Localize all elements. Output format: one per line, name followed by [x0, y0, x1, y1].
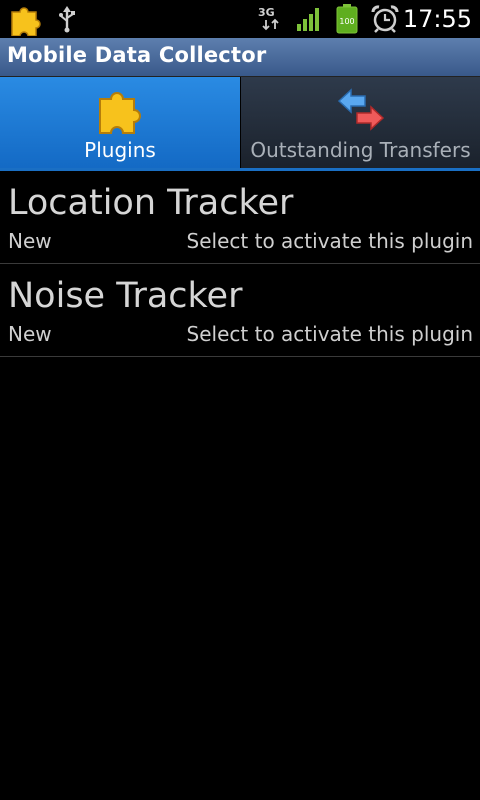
battery-icon: 100 — [336, 4, 358, 34]
usb-icon — [59, 6, 75, 33]
plugin-status: New — [8, 229, 52, 253]
tab-plugins-label: Plugins — [84, 138, 156, 162]
plugin-hint: Select to activate this plugin — [186, 322, 473, 346]
plugin-name: Noise Tracker — [8, 276, 243, 316]
tab-plugins[interactable]: Plugins — [0, 77, 240, 170]
network-label: 3G — [258, 6, 275, 19]
signal-icon — [297, 8, 319, 31]
plugin-hint: Select to activate this plugin — [186, 229, 473, 253]
app-title-bar: Mobile Data Collector — [0, 38, 480, 77]
tab-outstanding-transfers-label: Outstanding Transfers — [250, 138, 471, 162]
plugin-list: Location Tracker New Select to activate … — [0, 171, 480, 357]
list-item-noise-tracker[interactable]: Noise Tracker New Select to activate thi… — [0, 264, 480, 357]
puzzle-icon — [11, 7, 41, 36]
plugin-name: Location Tracker — [8, 183, 294, 223]
list-item-location-tracker[interactable]: Location Tracker New Select to activate … — [0, 171, 480, 264]
alarm-icon — [371, 5, 399, 33]
status-bar: 3G 100 17:55 — [0, 0, 480, 38]
puzzle-icon — [99, 92, 141, 134]
app-title: Mobile Data Collector — [7, 43, 267, 67]
tab-outstanding-transfers[interactable]: Outstanding Transfers — [241, 77, 480, 170]
transfer-arrows-icon — [337, 88, 384, 131]
tab-bar: Plugins Outstanding Transfers — [0, 77, 480, 170]
network-3g-icon: 3G — [256, 5, 286, 33]
status-clock: 17:55 — [402, 5, 472, 33]
plugin-status: New — [8, 322, 52, 346]
battery-level: 100 — [339, 17, 354, 26]
